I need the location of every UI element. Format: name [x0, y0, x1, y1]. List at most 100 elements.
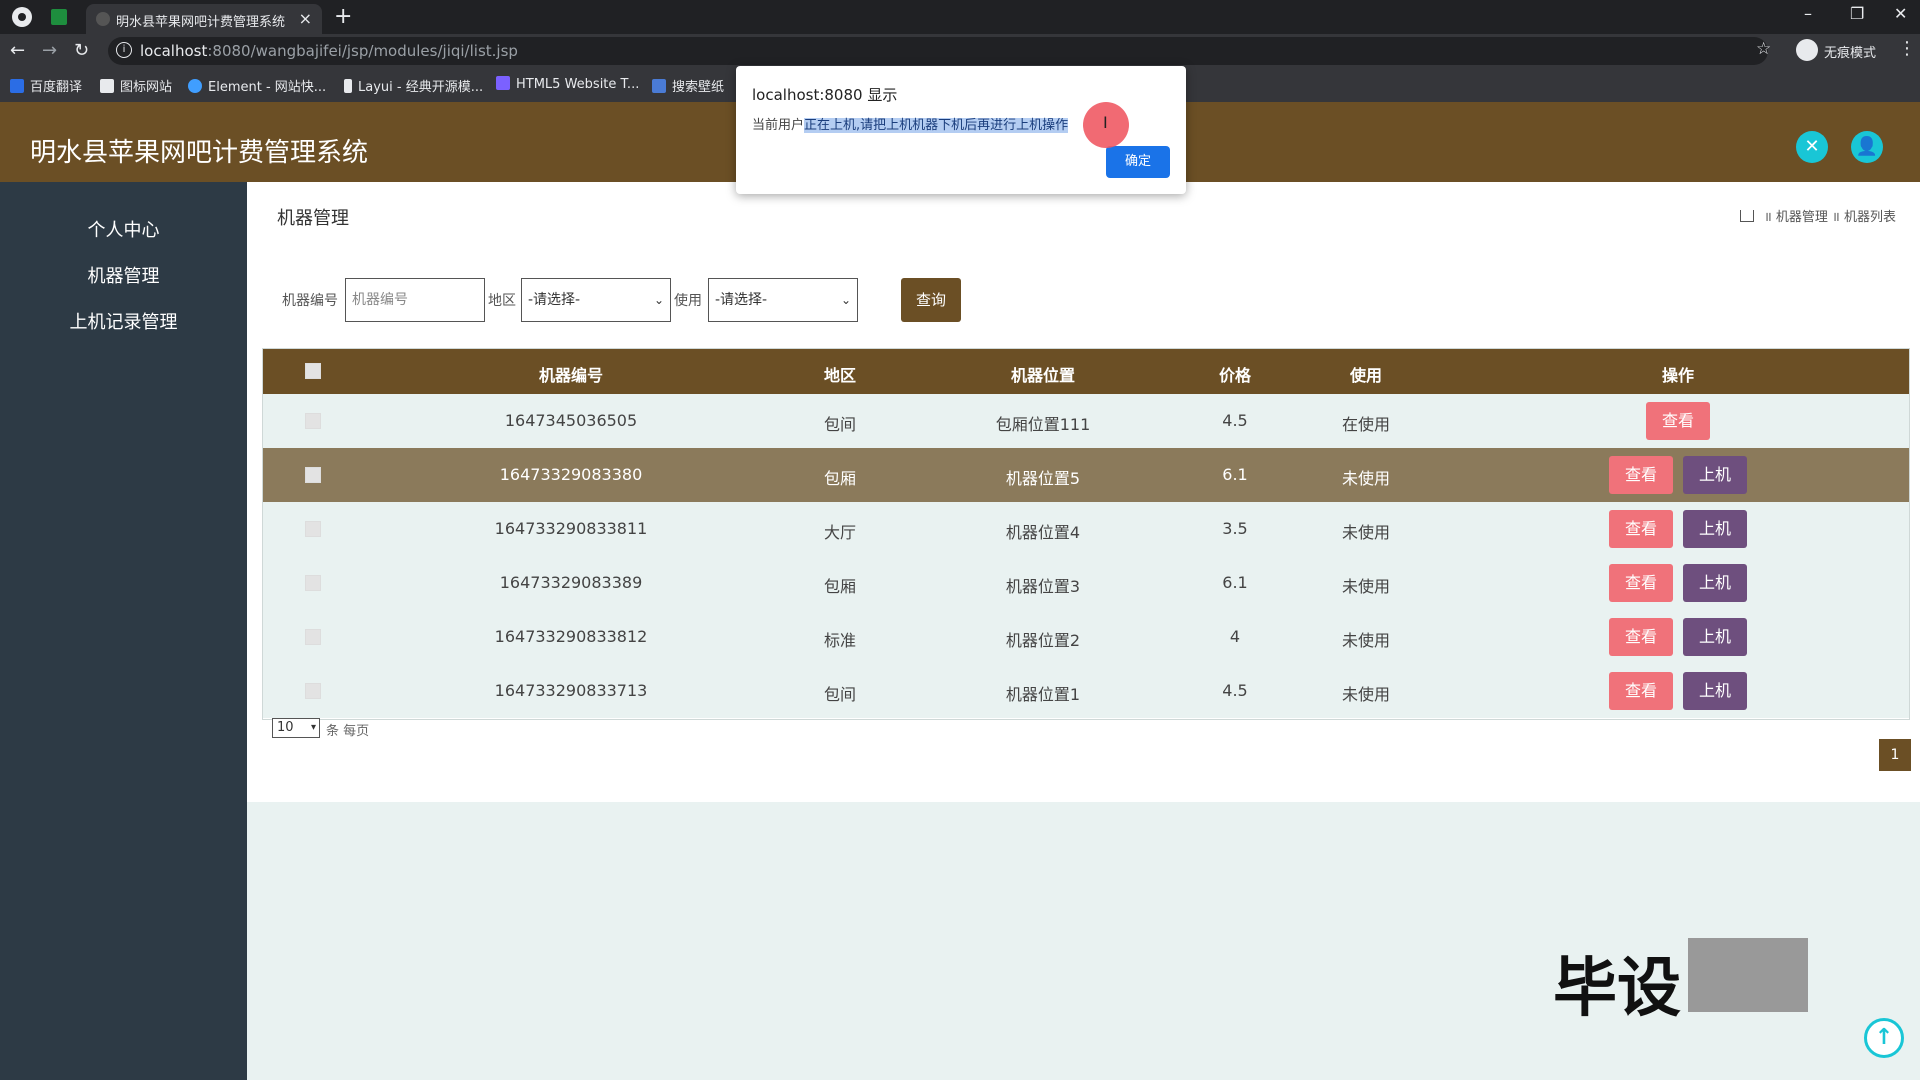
- main-area: 机器管理 ॥ 机器管理 ॥ 机器列表 机器编号 机器编号 地区 -请选择- ⌄ 使…: [247, 182, 1920, 1080]
- use-filter-select[interactable]: -请选择- ⌄: [708, 278, 858, 322]
- bookmark-star-icon[interactable]: ☆: [1756, 39, 1771, 59]
- tab-favicon-icon: [96, 12, 110, 26]
- view-button[interactable]: 查看: [1609, 510, 1673, 548]
- url-text: localhost:8080/wangbajifei/jsp/modules/j…: [140, 42, 518, 60]
- cell-area: 包间: [823, 415, 857, 434]
- table-row[interactable]: 164733290833812 标准 机器位置2 4 未使用 查看 上机: [263, 610, 1909, 664]
- table-row[interactable]: 16473329083380 包厢 机器位置5 6.1 未使用 查看 上机: [263, 448, 1909, 502]
- window-close-icon[interactable]: ✕: [1894, 4, 1907, 23]
- dialog-message: 当前用户正在上机,请把上机机器下机后再进行上机操作: [752, 118, 1069, 133]
- address-bar[interactable]: i localhost:8080/wangbajifei/jsp/modules…: [108, 37, 1768, 65]
- scroll-to-top-icon[interactable]: ↑: [1864, 1018, 1904, 1058]
- code-filter-input[interactable]: 机器编号: [345, 278, 485, 322]
- view-button[interactable]: 查看: [1609, 672, 1673, 710]
- cell-price: 4.5: [1222, 411, 1248, 430]
- cell-code: 164733290833811: [494, 519, 648, 538]
- select-all-checkbox[interactable]: [305, 363, 321, 379]
- row-checkbox[interactable]: [305, 467, 321, 483]
- view-button[interactable]: 查看: [1646, 402, 1710, 440]
- user-icon[interactable]: 👤: [1851, 131, 1883, 163]
- breadcrumb-item: 机器列表: [1843, 210, 1896, 225]
- breadcrumb-item[interactable]: 机器管理: [1776, 210, 1828, 225]
- restore-icon[interactable]: ❐: [1850, 4, 1864, 23]
- cell-area: 大厅: [823, 523, 857, 542]
- new-tab-icon[interactable]: +: [334, 4, 352, 29]
- col-header-location[interactable]: 机器位置: [1011, 362, 1075, 386]
- sidebar-item-records[interactable]: 上机记录管理: [0, 308, 247, 334]
- incognito-label: 无痕模式: [1824, 46, 1877, 61]
- watermark-text: 毕设: [1553, 952, 1681, 1026]
- table-row[interactable]: 1647345036505 包间 包厢位置111 4.5 在使用 查看: [263, 394, 1909, 448]
- start-session-button[interactable]: 上机: [1683, 510, 1747, 548]
- tab-title: 明水县苹果网吧计费管理系统: [116, 15, 286, 30]
- table-row[interactable]: 164733290833811 大厅 机器位置4 3.5 未使用 查看 上机: [263, 502, 1909, 556]
- browser-tabstrip: 明水县苹果网吧计费管理系统 × + – ❐ ✕: [0, 0, 1920, 34]
- start-session-button[interactable]: 上机: [1683, 564, 1747, 602]
- sidebar-item-profile[interactable]: 个人中心: [0, 216, 247, 242]
- per-page-label: 条 每页: [326, 724, 370, 739]
- dialog-ok-button[interactable]: 确定: [1106, 146, 1170, 178]
- cell-status: 在使用: [1341, 415, 1391, 434]
- sheets-tab-icon[interactable]: [51, 9, 67, 25]
- home-icon[interactable]: [1739, 210, 1754, 222]
- start-session-button[interactable]: 上机: [1683, 618, 1747, 656]
- sidebar-item-machines[interactable]: 机器管理: [0, 262, 247, 288]
- cell-code: 16473329083389: [499, 573, 643, 592]
- cell-status: 未使用: [1341, 631, 1391, 650]
- col-header-price[interactable]: 价格: [1219, 362, 1251, 386]
- view-button[interactable]: 查看: [1609, 456, 1673, 494]
- query-button[interactable]: 查询: [901, 278, 961, 322]
- row-checkbox[interactable]: [305, 629, 321, 645]
- view-button[interactable]: 查看: [1609, 618, 1673, 656]
- bookmark-item[interactable]: HTML5 Website T...: [496, 76, 639, 92]
- row-checkbox[interactable]: [305, 683, 321, 699]
- bookmark-item[interactable]: Element - 网站快...: [188, 76, 326, 95]
- chevron-down-icon: ▾: [310, 722, 316, 733]
- browser-tab[interactable]: 明水县苹果网吧计费管理系统 ×: [86, 4, 322, 34]
- bookmark-item[interactable]: 百度翻译: [10, 76, 82, 95]
- start-session-button[interactable]: 上机: [1683, 672, 1747, 710]
- start-session-button[interactable]: 上机: [1683, 456, 1747, 494]
- minimize-icon[interactable]: –: [1804, 4, 1812, 23]
- page-number-button[interactable]: 1: [1879, 739, 1911, 771]
- cell-status: 未使用: [1341, 685, 1391, 704]
- area-filter-select[interactable]: -请选择- ⌄: [521, 278, 671, 322]
- cell-location: 机器位置2: [1005, 631, 1081, 650]
- table-row[interactable]: 16473329083389 包厢 机器位置3 6.1 未使用 查看 上机: [263, 556, 1909, 610]
- watermark-blur: [1688, 938, 1808, 1012]
- reload-icon[interactable]: ↻: [74, 40, 89, 61]
- col-header-area[interactable]: 地区: [824, 362, 856, 386]
- incognito-icon: [1796, 39, 1818, 61]
- row-checkbox[interactable]: [305, 413, 321, 429]
- table-row[interactable]: 164733290833713 包间 机器位置1 4.5 未使用 查看 上机: [263, 664, 1909, 718]
- col-header-actions: 操作: [1661, 366, 1695, 385]
- row-checkbox[interactable]: [305, 575, 321, 591]
- cell-location: 机器位置4: [1005, 523, 1081, 542]
- breadcrumb: ॥ 机器管理 ॥ 机器列表: [1739, 206, 1896, 225]
- cell-area: 标准: [823, 631, 857, 650]
- page-title: 机器管理: [277, 208, 349, 229]
- chrome-icon: [12, 7, 32, 27]
- bookmark-item[interactable]: Layui - 经典开源模...: [344, 76, 483, 95]
- cell-price: 6.1: [1222, 573, 1248, 592]
- bookmark-item[interactable]: 搜索壁纸: [652, 76, 724, 95]
- fullscreen-icon[interactable]: ✕: [1796, 131, 1828, 163]
- forward-icon[interactable]: →: [42, 40, 57, 61]
- view-button[interactable]: 查看: [1609, 564, 1673, 602]
- col-header-code[interactable]: 机器编号: [539, 362, 603, 386]
- cell-price: 6.1: [1222, 465, 1248, 484]
- cell-price: 4.5: [1222, 681, 1248, 700]
- dialog-title: localhost:8080 显示: [752, 86, 898, 104]
- content-panel: 机器管理 ॥ 机器管理 ॥ 机器列表 机器编号 机器编号 地区 -请选择- ⌄ 使…: [247, 182, 1920, 802]
- row-checkbox[interactable]: [305, 521, 321, 537]
- bookmark-item[interactable]: 图标网站: [100, 76, 172, 95]
- page-size-select[interactable]: 10 ▾: [272, 718, 320, 738]
- cursor-indicator: [1083, 102, 1129, 148]
- tab-close-icon[interactable]: ×: [299, 9, 312, 28]
- browser-menu-icon[interactable]: ⋮: [1898, 38, 1916, 59]
- app-title: 明水县苹果网吧计费管理系统: [30, 138, 369, 168]
- back-icon[interactable]: ←: [10, 40, 25, 61]
- site-info-icon[interactable]: i: [116, 42, 132, 58]
- cell-price: 3.5: [1222, 519, 1248, 538]
- col-header-status[interactable]: 使用: [1350, 362, 1382, 386]
